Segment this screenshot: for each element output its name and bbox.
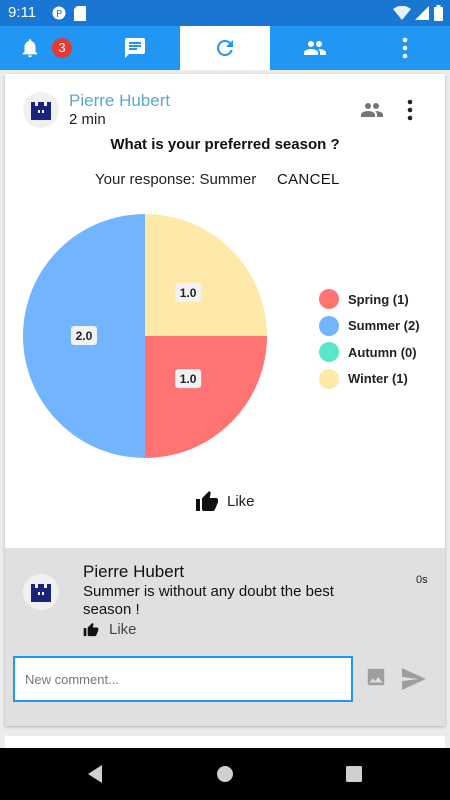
- legend-item-3: Winter (1): [319, 366, 449, 392]
- tab-notifications[interactable]: 3: [0, 26, 90, 70]
- comments-section: Pierre Hubert Summer is without any doub…: [5, 548, 445, 726]
- battery-icon: [434, 5, 443, 21]
- image-icon[interactable]: [365, 666, 387, 688]
- legend-item-2: Autumn (0): [319, 339, 449, 365]
- post-like-button[interactable]: Like: [195, 490, 255, 512]
- svg-text:2.0: 2.0: [76, 329, 93, 343]
- chat-icon: [125, 38, 145, 58]
- post-author-link[interactable]: Pierre Hubert: [69, 91, 170, 111]
- cancel-response-button[interactable]: CANCEL: [277, 171, 340, 188]
- comment-time: 0s: [416, 574, 428, 586]
- pie-data-label-3: 1.0: [175, 282, 202, 302]
- comment-author[interactable]: Pierre Hubert: [83, 562, 184, 582]
- author-avatar[interactable]: [23, 92, 59, 128]
- survey-question: What is your preferred season ?: [110, 136, 340, 153]
- tab-conversations[interactable]: [90, 26, 180, 70]
- legend-label: Summer (2): [348, 318, 420, 333]
- system-nav-bar: [0, 748, 450, 800]
- legend-swatch: [319, 315, 339, 336]
- sd-card-icon: [74, 6, 86, 21]
- visibility-friends-icon[interactable]: [359, 100, 385, 120]
- people-icon: [304, 41, 326, 55]
- avatar-icon: [31, 102, 51, 120]
- app-notification-icon: P: [52, 6, 66, 20]
- legend-swatch: [319, 342, 339, 362]
- comment-like-label: Like: [109, 621, 137, 638]
- bell-icon: [22, 39, 38, 58]
- send-icon[interactable]: [401, 668, 427, 690]
- tab-bar: 3: [0, 26, 450, 70]
- thumb-up-icon: [196, 491, 218, 511]
- pie-slice-0: [145, 336, 267, 458]
- tab-friends[interactable]: [270, 26, 360, 70]
- legend-item-1: Summer (2): [319, 313, 449, 339]
- tab-refresh[interactable]: [180, 26, 270, 70]
- legend-label: Autumn (0): [348, 344, 417, 360]
- post-options-icon[interactable]: [407, 99, 413, 121]
- survey-response: Your response: Summer: [95, 171, 257, 188]
- legend-item-0: Spring (1): [319, 286, 449, 312]
- recents-icon[interactable]: [346, 766, 362, 782]
- svg-text:1.0: 1.0: [180, 286, 197, 300]
- wifi-icon: [393, 6, 411, 20]
- post-time: 2 min: [69, 111, 106, 128]
- clock: 9:11: [8, 4, 37, 21]
- notification-count-badge: 3: [52, 38, 72, 58]
- legend-label: Winter (1): [348, 371, 408, 386]
- svg-text:P: P: [56, 9, 62, 20]
- svg-text:1.0: 1.0: [180, 372, 197, 386]
- avatar-icon: [31, 584, 51, 602]
- legend-swatch: [319, 289, 339, 309]
- pie-data-label-1: 2.0: [71, 326, 97, 345]
- post-card: Pierre Hubert 2 min What is your preferr…: [5, 74, 445, 726]
- thumb-up-icon: [83, 622, 99, 637]
- legend-swatch: [319, 368, 339, 389]
- comment-avatar[interactable]: [23, 574, 59, 610]
- refresh-icon: [216, 39, 233, 56]
- status-bar: 9:11 P: [0, 0, 450, 26]
- signal-icon: [415, 6, 429, 20]
- more-vert-icon: [402, 37, 408, 59]
- legend-label: Spring (1): [348, 291, 409, 307]
- post-like-label: Like: [227, 492, 255, 510]
- home-icon[interactable]: [216, 765, 234, 783]
- comment-text: Summer is without any doubt the best sea…: [83, 583, 334, 618]
- pie-slice-3: [145, 214, 267, 336]
- back-icon[interactable]: [86, 764, 104, 784]
- pie-data-label-0: 1.0: [175, 369, 202, 389]
- new-comment-input[interactable]: [13, 656, 353, 702]
- survey-pie-chart: 1.0 2.0 1.0: [23, 214, 267, 458]
- comment-like-button[interactable]: Like: [83, 621, 137, 638]
- tab-menu[interactable]: [360, 26, 450, 70]
